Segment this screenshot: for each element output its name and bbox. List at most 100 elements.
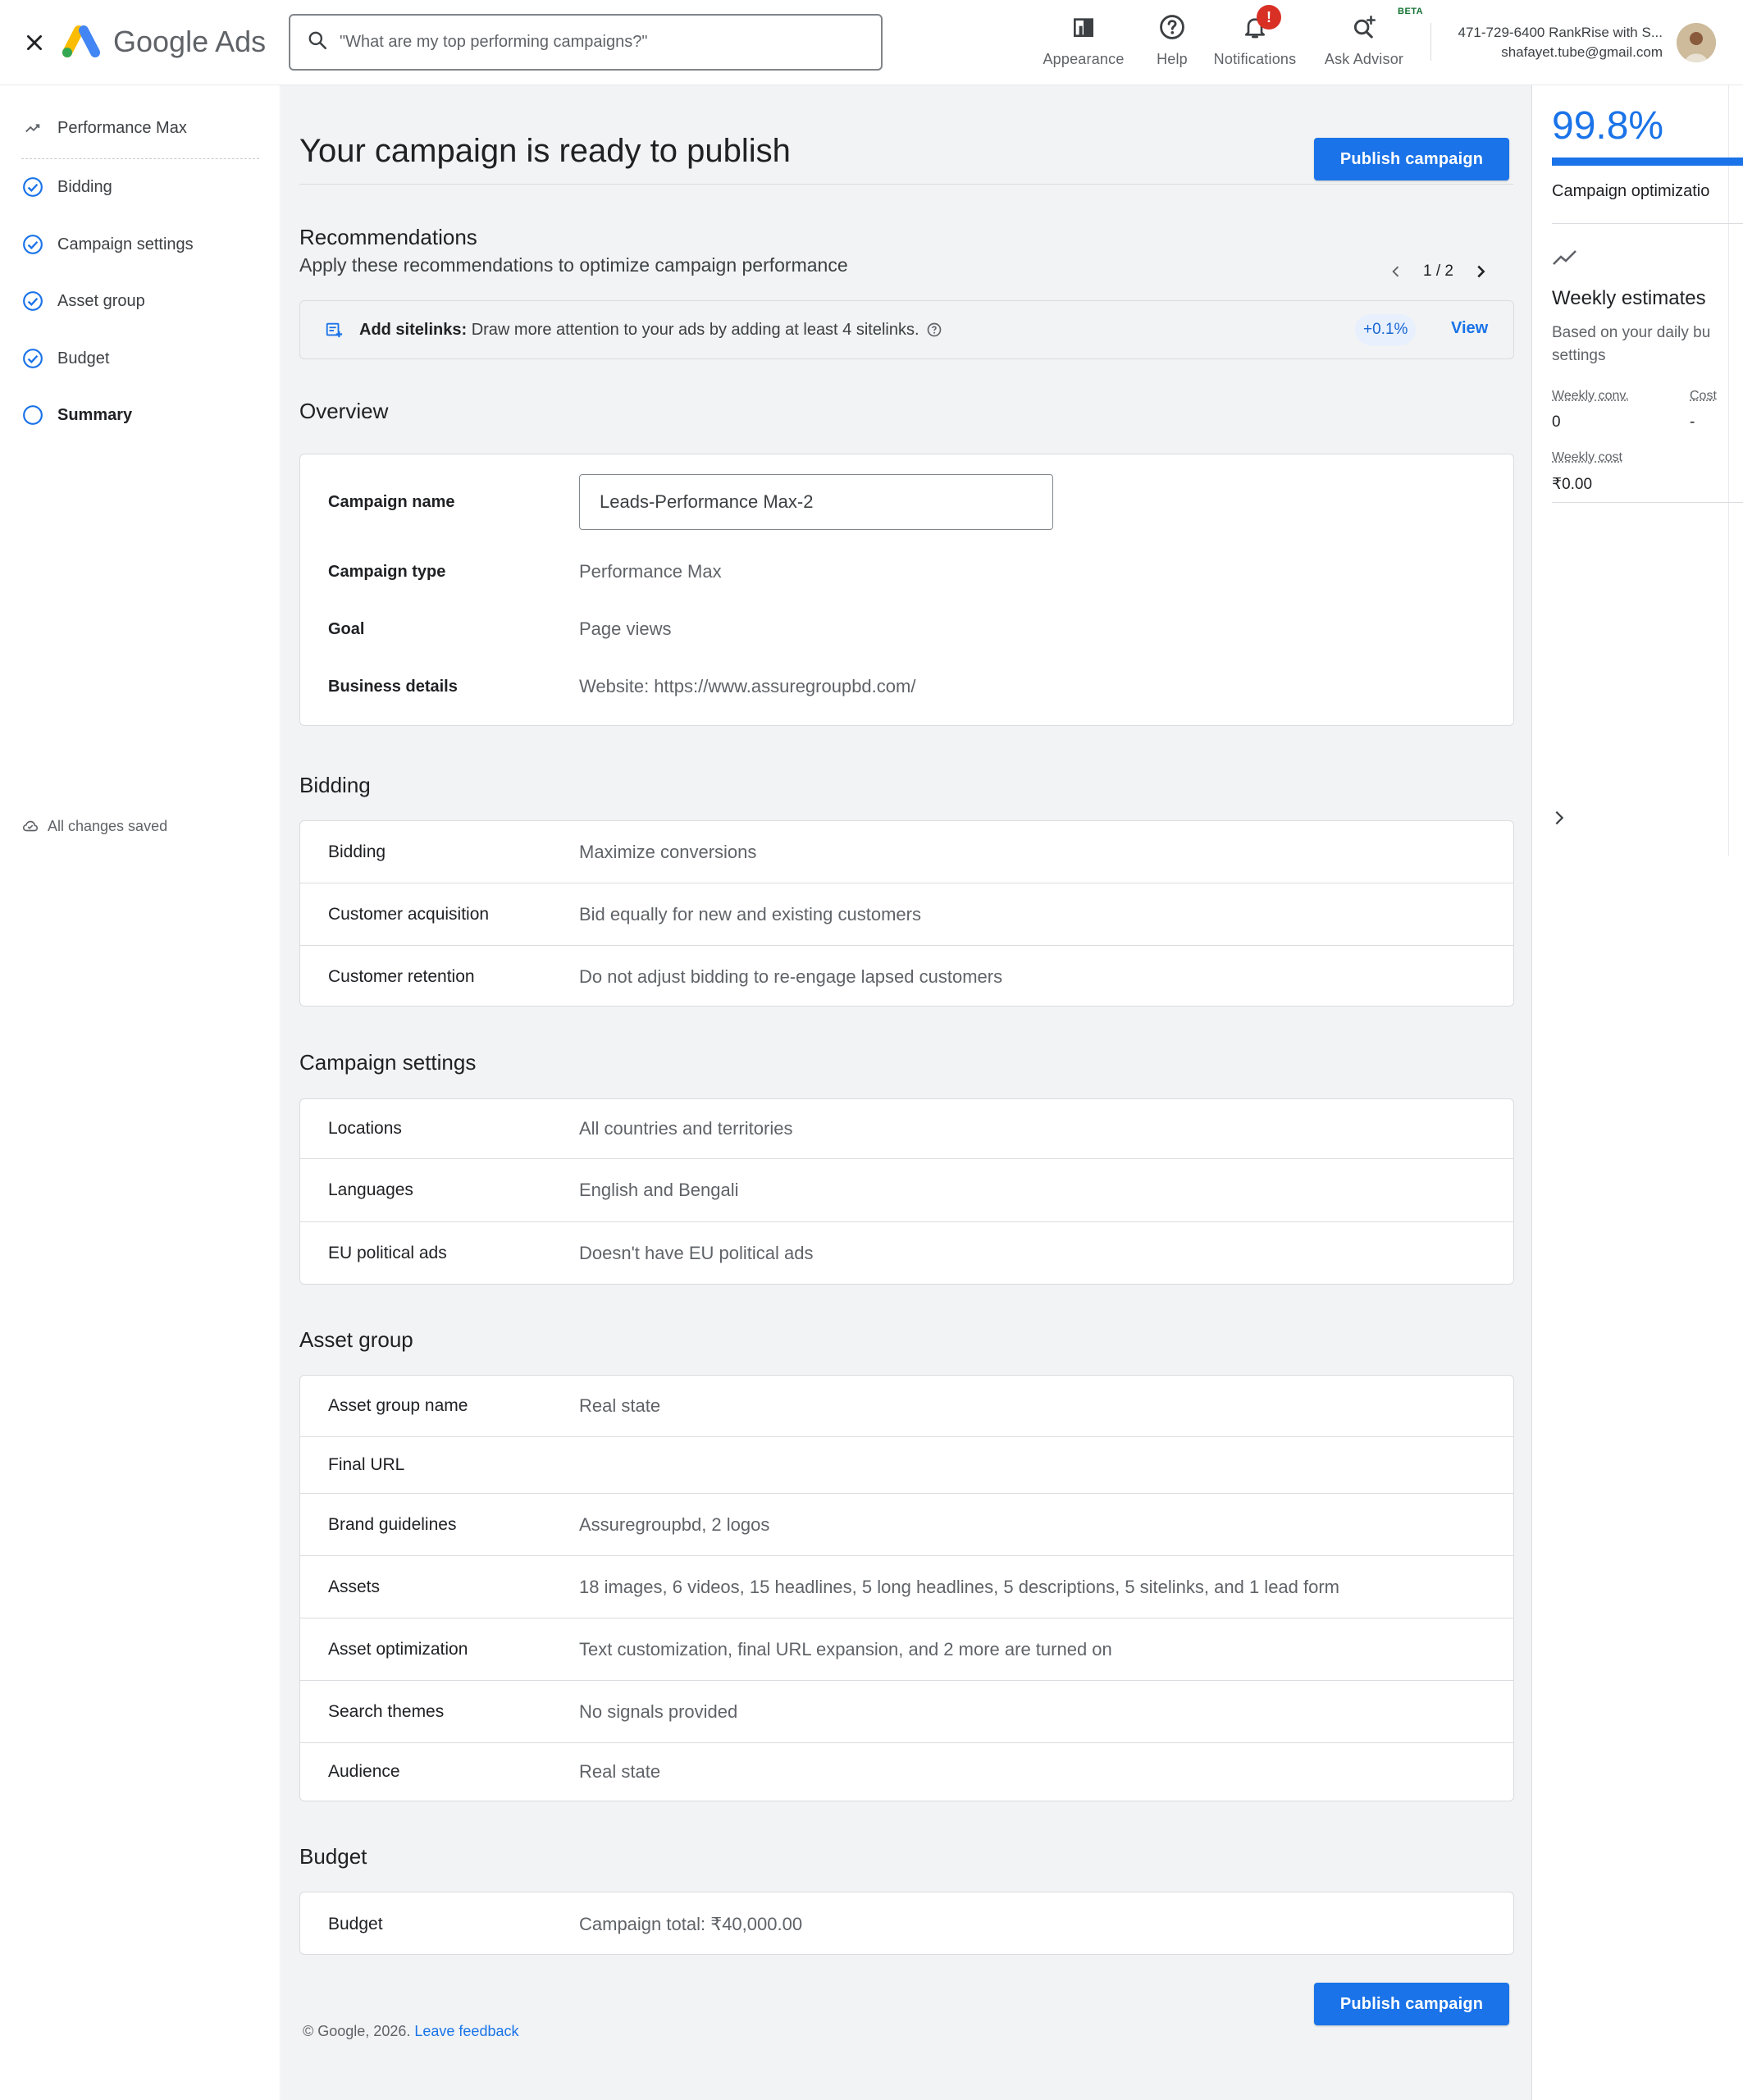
nav-divider [21,158,259,159]
asset-group-row: Asset group name Real state [300,1376,1513,1436]
check-circle-icon [21,176,44,199]
help-icon[interactable] [926,322,942,338]
bidding-card: Bidding Maximize conversions Customer ac… [299,820,1514,1007]
recommendations-subtitle: Apply these recommendations to optimize … [299,254,848,276]
campaign-settings-row: EU political ads Doesn't have EU politic… [300,1222,1513,1284]
row-label: Languages [328,1180,413,1199]
search-input[interactable] [340,33,848,52]
nav-item-performance-max[interactable]: Performance Max [21,112,187,144]
row-label: Asset group name [328,1396,468,1415]
beta-tag: BETA [1398,7,1424,16]
optimization-progress-fill [1552,158,1743,166]
close-icon[interactable] [20,28,49,57]
nav-item-label: Bidding [57,177,112,196]
row-value: All countries and territories [579,1118,793,1139]
asset-group-row: Assets 18 images, 6 videos, 15 headlines… [300,1556,1513,1618]
notifications-button[interactable]: ! Notifications [1209,5,1301,74]
nav-item-asset-group[interactable]: Asset group [21,285,145,317]
publish-campaign-button-bottom[interactable]: Publish campaign [1314,1983,1509,2025]
top-bar: Google Ads Appearance Help ! Notificatio… [0,0,1743,85]
right-panel-content: 99.8% Campaign optimizatio Weekly estima… [1532,85,1743,856]
row-label: Goal [328,619,365,638]
overview-card: Campaign name Campaign type Performance … [299,454,1514,726]
nav-item-label: Summary [57,405,133,424]
row-value: Website: https://www.assuregroupbd.com/ [579,676,916,696]
row-value: Campaign total: ₹40,000.00 [579,1913,803,1934]
row-label: Budget [328,1914,383,1933]
publish-campaign-button[interactable]: Publish campaign [1314,138,1509,180]
campaign-settings-row: Languages English and Bengali [300,1159,1513,1221]
appearance-button[interactable]: Appearance [1038,11,1129,74]
account-id: 471-729-6400 RankRise with S... [1458,25,1663,40]
search-icon [307,30,328,55]
row-value: Page views [579,619,672,639]
budget-row: Budget Campaign total: ₹40,000.00 [300,1892,1513,1956]
bell-icon: ! [1242,5,1281,43]
chevron-left-icon[interactable] [1382,258,1410,285]
row-label: Audience [328,1762,400,1781]
recommendation-card[interactable]: Add sitelinks: Draw more attention to yo… [299,300,1514,359]
campaign-settings-card: Locations All countries and territories … [299,1098,1514,1285]
right-panel: 99.8% Campaign optimizatio Weekly estima… [1531,85,1743,2100]
save-status-text: All changes saved [48,817,168,834]
main-content: Your campaign is ready to publish Publis… [281,85,1531,2100]
row-label: Customer retention [328,966,475,986]
asset-group-card: Asset group name Real state Final URL Br… [299,1375,1514,1801]
leave-feedback-link[interactable]: Leave feedback [414,2023,518,2039]
notification-badge: ! [1257,5,1281,30]
footer: © Google, 2026. Leave feedback [303,2023,518,2040]
weekly-conv-value: 0 [1552,413,1561,431]
performance-max-icon [21,116,44,139]
nav-item-summary[interactable]: Summary [21,399,132,431]
appearance-icon [1070,11,1097,43]
nav-item-bidding[interactable]: Bidding [21,171,112,203]
title-divider [299,184,1513,185]
nav-item-label: Performance Max [57,118,187,137]
bidding-row: Customer retention Do not adjust bidding… [300,946,1513,1007]
row-value: English and Bengali [579,1179,739,1200]
search-box[interactable] [289,14,883,71]
page-indicator: 1 / 2 [1423,262,1453,280]
asset-group-row: Search themes No signals provided [300,1681,1513,1742]
row-value: Performance Max [579,561,722,582]
avatar[interactable] [1677,23,1716,62]
row-value: Do not adjust bidding to re-engage lapse… [579,966,1003,987]
optimization-score: 99.8% [1552,104,1664,148]
asset-group-row: Final URL [300,1437,1513,1493]
account-info[interactable]: 471-729-6400 RankRise with S... shafayet… [1458,23,1663,62]
budget-card: Budget Campaign total: ₹40,000.00 [299,1892,1514,1955]
trending-up-icon [1552,248,1578,272]
row-value: Maximize conversions [579,841,757,862]
nav-item-campaign-settings[interactable]: Campaign settings [21,228,194,261]
sitelinks-icon [323,319,344,340]
row-label: Bidding [328,842,386,861]
help-button[interactable]: Help [1147,11,1198,74]
bidding-row: Customer acquisition Bid equally for new… [300,883,1513,945]
chevron-right-icon[interactable] [1467,258,1494,285]
row-label: Assets [328,1577,381,1596]
overview-heading: Overview [299,399,389,423]
row-value: No signals provided [579,1701,738,1722]
overview-row-campaign-type: Campaign type Performance Max [300,551,1513,592]
cloud-done-icon [21,817,39,835]
nav-item-label: Campaign settings [57,235,194,253]
view-recommendation-link[interactable]: View [1451,319,1488,338]
description-line: settings [1552,347,1606,364]
budget-heading: Budget [299,1844,367,1869]
google-ads-logo-icon[interactable] [61,23,102,59]
nav-item-budget[interactable]: Budget [21,342,109,375]
asset-group-row: Brand guidelines Assuregroupbd, 2 logos [300,1494,1513,1555]
asset-group-row: Asset optimization Text customization, f… [300,1618,1513,1680]
row-label: Final URL [328,1455,405,1474]
ask-advisor-button[interactable]: BETA Ask Advisor [1319,7,1423,74]
panel-divider [1552,502,1743,503]
optimization-progress-bar [1552,158,1743,166]
chevron-right-icon[interactable] [1547,806,1572,830]
optimization-label[interactable]: Campaign optimizatio [1552,182,1709,201]
toolbar-divider [1430,23,1431,61]
copyright-text: © Google, 2026. [303,2023,411,2039]
asset-group-row: Audience Real state [300,1743,1513,1801]
bidding-heading: Bidding [299,773,371,797]
save-status: All changes saved [21,817,167,835]
campaign-name-input[interactable] [579,474,1053,530]
